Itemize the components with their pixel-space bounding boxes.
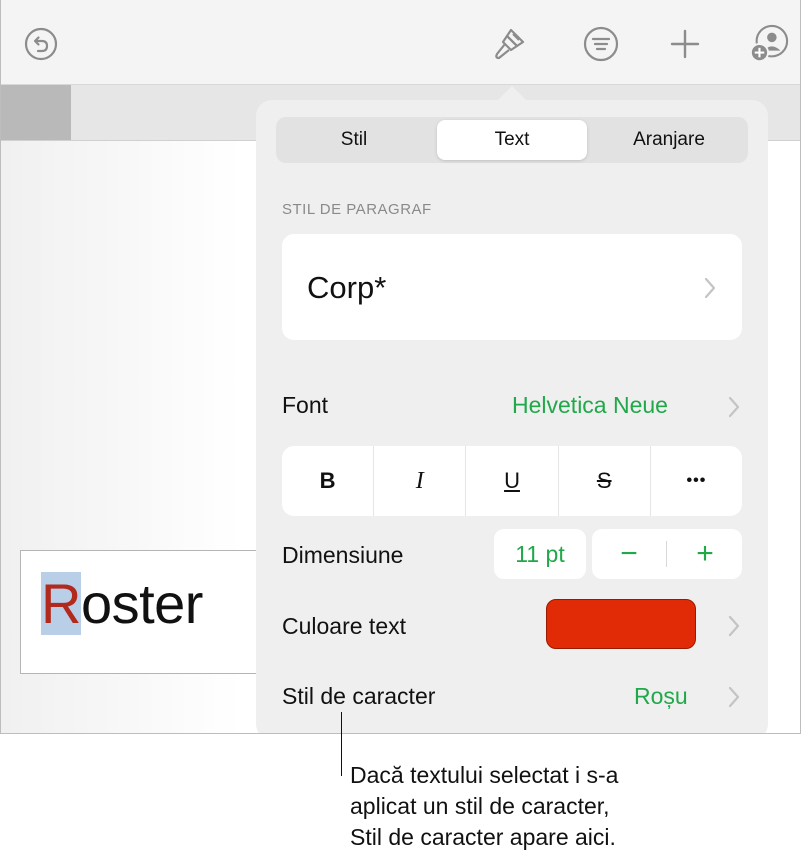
format-popover: Stil Text Aranjare STIL DE PARAGRAF Corp… xyxy=(256,100,768,733)
callout-line-3: Stil de caracter apare aici. xyxy=(350,824,616,850)
text-format-bar: B I U S ••• xyxy=(282,446,742,516)
text-box[interactable]: Roster xyxy=(20,550,282,674)
callout-line-1: Dacă textului selectat i s-a xyxy=(350,762,619,788)
chevron-right-icon[interactable] xyxy=(726,395,742,419)
paragraph-style-row[interactable]: Corp* xyxy=(282,234,742,340)
toolbar xyxy=(1,0,800,85)
undo-icon[interactable] xyxy=(21,24,61,64)
chevron-right-icon xyxy=(704,277,716,299)
paragraph-style-section-label: STIL DE PARAGRAF xyxy=(282,201,432,218)
size-label: Dimensiune xyxy=(282,542,404,568)
chevron-right-icon[interactable] xyxy=(726,685,742,709)
chevron-right-icon[interactable] xyxy=(726,614,742,638)
bold-button[interactable]: B xyxy=(282,446,375,516)
tab-segmented-control: Stil Text Aranjare xyxy=(276,117,748,163)
app-screen: Roster Stil Text Aranjare STIL DE PARAGR… xyxy=(0,0,801,734)
selected-letter[interactable]: R xyxy=(41,572,81,635)
stepper-divider xyxy=(666,541,667,567)
character-style-label: Stil de caracter xyxy=(282,683,436,709)
plus-icon[interactable] xyxy=(665,24,705,64)
tab-aranjare[interactable]: Aranjare xyxy=(594,120,744,160)
text-color-swatch[interactable] xyxy=(546,599,696,649)
callout-line-2: aplicat un stil de caracter, xyxy=(350,793,610,819)
size-stepper: − + xyxy=(592,529,742,579)
font-value[interactable]: Helvetica Neue xyxy=(512,392,668,419)
roster-text[interactable]: Roster xyxy=(41,571,203,636)
tab-stil[interactable]: Stil xyxy=(279,120,429,160)
header-cell-selected[interactable] xyxy=(1,85,71,140)
text-color-label: Culoare text xyxy=(282,613,407,639)
character-style-value[interactable]: Roșu xyxy=(634,683,688,710)
increase-size-button[interactable]: + xyxy=(668,529,742,579)
tab-text[interactable]: Text xyxy=(437,120,587,160)
underline-button[interactable]: U xyxy=(466,446,559,516)
size-value[interactable]: 11 pt xyxy=(494,529,586,579)
callout-text: Dacă textului selectat i s-a aplicat un … xyxy=(350,760,618,853)
collaborate-icon[interactable] xyxy=(749,24,789,64)
roster-rest: oster xyxy=(80,572,204,635)
italic-button[interactable]: I xyxy=(374,446,467,516)
font-label: Font xyxy=(282,392,329,418)
strikethrough-button[interactable]: S xyxy=(559,446,651,516)
paintbrush-icon[interactable] xyxy=(489,24,529,64)
paragraph-style-value: Corp* xyxy=(307,270,387,305)
callout-line xyxy=(341,712,342,776)
more-options-button[interactable]: ••• xyxy=(651,446,742,516)
text-list-icon[interactable] xyxy=(581,24,621,64)
decrease-size-button[interactable]: − xyxy=(592,529,666,579)
